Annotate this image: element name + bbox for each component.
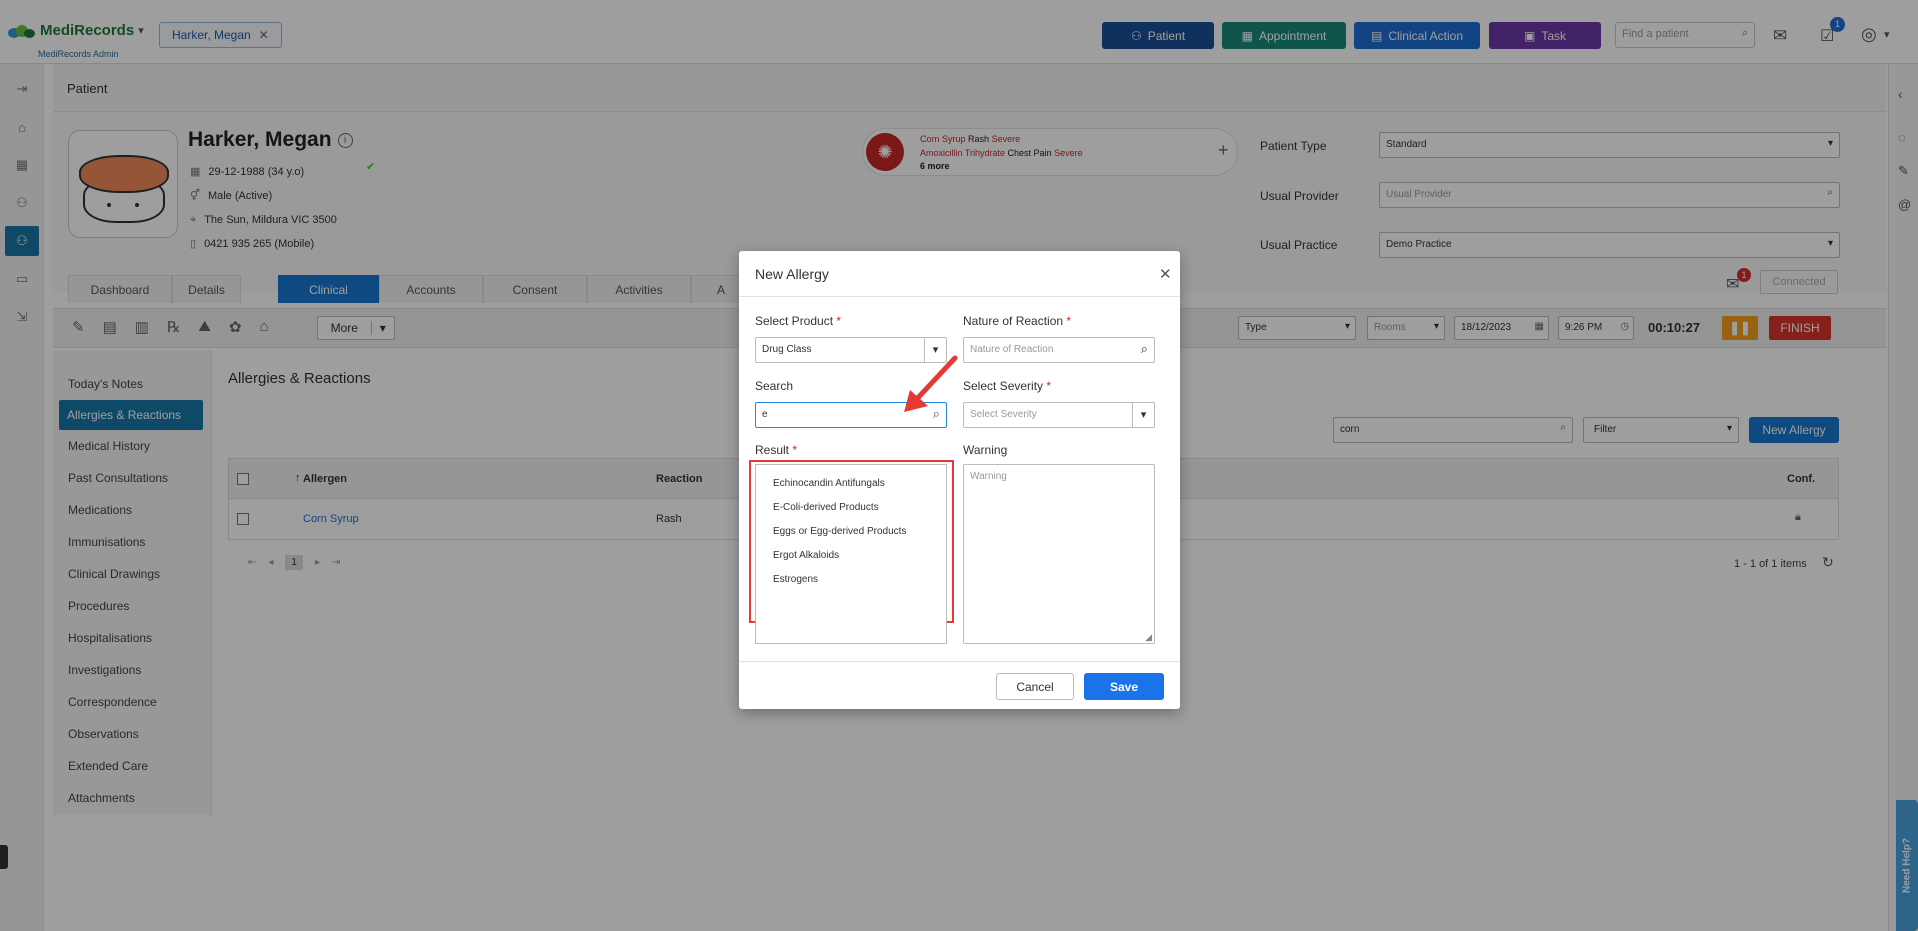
result-item[interactable]: Estrogens: [756, 567, 946, 591]
select-severity-label: Select Severity: [963, 379, 1044, 393]
dialog-title: New Allergy: [755, 266, 829, 282]
annotation-arrow: [904, 355, 958, 412]
save-button[interactable]: Save: [1084, 673, 1164, 700]
divider: [739, 296, 1180, 297]
select-product-label: Select Product: [755, 314, 834, 328]
nature-of-reaction-label: Nature of Reaction: [963, 314, 1064, 328]
nature-of-reaction-input[interactable]: Nature of Reaction ⌕: [963, 337, 1155, 363]
result-item[interactable]: Eggs or Egg-derived Products: [756, 519, 946, 543]
cancel-button[interactable]: Cancel: [996, 673, 1074, 700]
new-allergy-dialog: New Allergy ✕ Select Product * Drug Clas…: [739, 251, 1180, 709]
footer-divider: [739, 661, 1180, 662]
warning-label: Warning: [963, 443, 1008, 457]
result-item[interactable]: Ergot Alkaloids: [756, 543, 946, 567]
close-icon[interactable]: ✕: [1159, 265, 1172, 283]
chevron-down-icon: ▾: [1132, 403, 1154, 427]
select-severity-dropdown[interactable]: Select Severity ▾: [963, 402, 1155, 428]
result-item[interactable]: E-Coli-derived Products: [756, 495, 946, 519]
search-label: Search: [755, 379, 794, 393]
result-item[interactable]: Echinocandin Antifungals: [756, 471, 946, 495]
warning-textarea[interactable]: Warning ◢: [963, 464, 1155, 644]
result-label: Result: [755, 443, 790, 457]
result-list[interactable]: Echinocandin Antifungals E-Coli-derived …: [755, 464, 947, 644]
search-icon: ⌕: [1140, 341, 1148, 356]
resize-handle-icon[interactable]: ◢: [1145, 632, 1152, 643]
